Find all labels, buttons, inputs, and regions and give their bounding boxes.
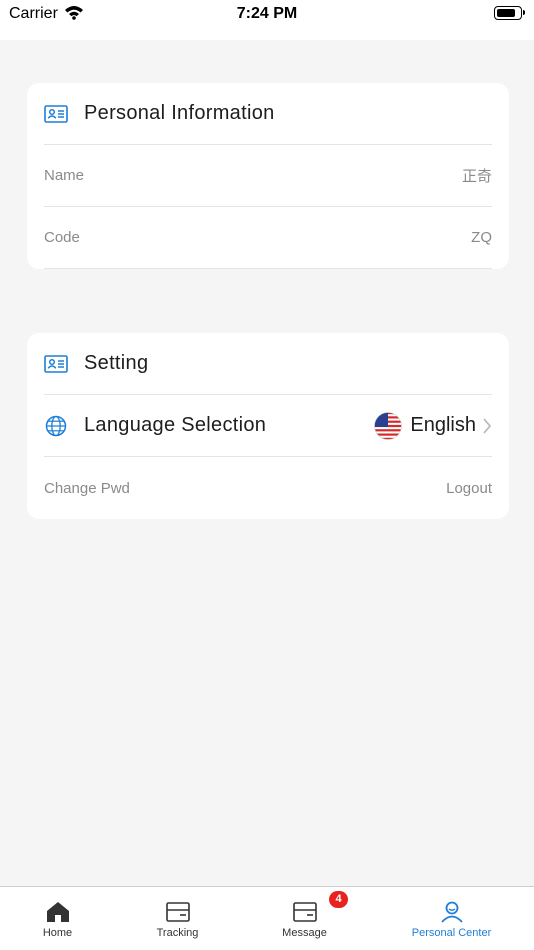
change-pwd-button[interactable]: Change Pwd (44, 480, 130, 497)
tab-home[interactable]: Home (0, 887, 124, 950)
setting-card: Setting Language Selection English Chang… (27, 333, 509, 519)
code-label: Code (44, 229, 80, 246)
status-time: 7:24 PM (236, 5, 298, 22)
tab-tracking[interactable]: Tracking (111, 887, 244, 950)
logout-button[interactable]: Logout (446, 480, 492, 497)
code-value: ZQ (471, 229, 492, 246)
language-selection-label: Language Selection (84, 414, 267, 436)
tab-personal-center[interactable]: Personal Center (385, 887, 518, 950)
person-icon (439, 900, 465, 924)
tab-tracking-label: Tracking (156, 927, 199, 939)
tab-home-label: Home (42, 927, 73, 939)
code-row: Code ZQ (44, 207, 492, 269)
personal-info-header: Personal Information (44, 83, 492, 145)
account-actions-row: Change Pwd Logout (44, 457, 492, 519)
language-value: English (410, 414, 476, 436)
tab-bar: Home Tracking Message Personal Center (0, 886, 534, 950)
setting-header: Setting (44, 333, 492, 395)
home-icon (45, 900, 71, 924)
tab-message-label: Message (282, 927, 327, 939)
tab-personal-center-label: Personal Center (411, 927, 492, 939)
battery-icon (494, 6, 525, 20)
status-bar: Carrier 7:24 PM (0, 0, 534, 40)
name-label: Name (44, 167, 85, 184)
id-card-icon (44, 352, 68, 376)
name-value: 正奇 (461, 168, 492, 185)
personal-info-card: Personal Information Name 正奇 Code ZQ (27, 83, 509, 269)
message-count-badge: 4 (329, 891, 348, 908)
id-card-icon (44, 102, 68, 126)
language-value-group[interactable]: English (374, 411, 492, 440)
name-row: Name 正奇 (44, 145, 492, 207)
tab-message[interactable]: Message (238, 887, 371, 950)
globe-icon (44, 414, 68, 438)
setting-title: Setting (84, 352, 149, 374)
message-box-icon (292, 900, 318, 924)
language-selection-row[interactable]: Language Selection English (44, 395, 492, 457)
personal-info-title: Personal Information (84, 102, 275, 124)
chevron-right-icon (482, 417, 492, 435)
package-icon (165, 900, 191, 924)
us-flag-icon (374, 411, 403, 440)
